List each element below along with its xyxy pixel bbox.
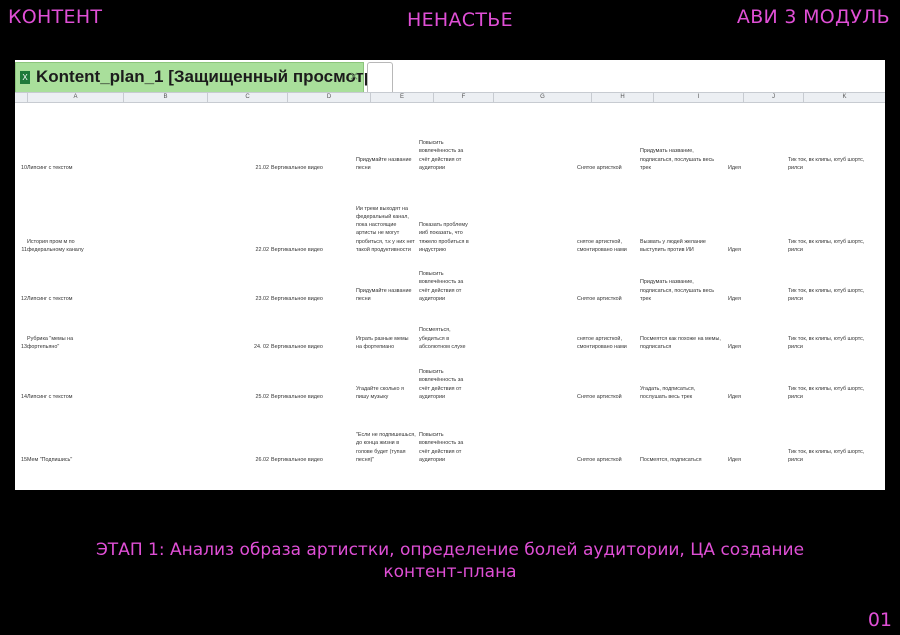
cell-description: Придумайте название песни [356,287,412,302]
cell-date: 26.02 [255,456,270,463]
cell-date: 22.02 [255,246,270,253]
cell-cta: Вызвать у людей желание выступить против… [640,238,706,253]
cell-description: Ии треки выходят на федеральный канал, п… [356,205,415,253]
cell-title: Мем "Подпишись" [27,456,73,463]
spreadsheet-screenshot: X Kontent_plan_1 [Защищенный просмотр] ×… [15,60,885,490]
cell-format: Вертикальное видео [271,393,323,400]
cell-production: Снятое артисткой [577,456,622,463]
header-right-title: АВИ 3 МОДУЛЬ [736,6,890,28]
cell-platforms: Тик ток, вк клипы, ютуб шортс, рилси [788,385,865,400]
column-header-e[interactable]: E [370,93,433,102]
cell-production: Снятое артисткой [577,295,622,302]
cell-goal: Повысить вовлечённость за счёт действия … [419,140,464,171]
cell-format: Вертикальное видео [271,456,323,463]
cell-title: Рубрика "мемы на фортепьяно" [27,335,74,350]
column-header-c[interactable]: C [207,93,287,102]
header-left-title: КОНТЕНТ [8,6,103,28]
cell-status: Идея [728,246,741,253]
page-number: 01 [867,609,892,631]
row-number: 11 [21,246,27,253]
cell-platforms: Тик ток, вк клипы, ютуб шортс, рилси [788,238,865,253]
cell-format: Вертикальное видео [271,343,323,350]
cell-cta: Посмеятся как похоже на мемы, подписатьс… [640,335,721,350]
row-number: 14 [21,393,27,400]
row-number: 12 [21,295,27,302]
stage-caption-line2: контент-плана [383,562,517,582]
cell-description: Играть разные мемы на фортепиано [356,335,409,350]
cell-format: Вертикальное видео [271,246,323,253]
column-header-b[interactable]: B [123,93,207,102]
cell-title: История пром м по федеральному каналу [27,238,84,253]
cell-format: Вертикальное видео [271,164,323,171]
row-number: 10 [21,164,27,171]
cell-status: Идея [728,295,741,302]
excel-icon: X [20,71,30,84]
column-header-h[interactable]: H [591,93,653,102]
cell-goal: Повысить вовлечённость за счёт действия … [419,432,464,463]
cell-title: Липсинг с текстом [27,393,73,400]
cell-cta: Посмеятся, подписаться [640,456,702,463]
cell-status: Идея [728,456,741,463]
cell-status: Идея [728,164,741,171]
column-header-k[interactable]: K [803,93,885,102]
cell-goal: Повысить вовлечённость за счёт действия … [419,369,464,400]
cell-description: Угадайте сколько я пишу музыку [356,385,404,400]
row-number: 13 [21,343,27,350]
cell-production: Снятое артисткой [577,164,622,171]
cell-goal: Показать проблему ииб показать, что тяже… [419,222,469,253]
row-number: 15 [21,456,27,463]
cell-cta: Угадать, подписаться, послушать весь тре… [640,385,696,400]
cell-production: Снятое артисткой [577,393,622,400]
cell-cta: Придумать название, подписаться, послуша… [640,279,715,302]
cell-platforms: Тик ток, вк клипы, ютуб шортс, рилси [788,287,865,302]
cell-goal: Повысить вовлечённость за счёт действия … [419,271,464,302]
cell-status: Идея [728,393,741,400]
cell-platforms: Тик ток, вк клипы, ютуб шортс, рилси [788,156,865,171]
file-tab[interactable]: X Kontent_plan_1 [Защищенный просмотр] × [15,62,380,92]
cell-title: Липсинг с текстом [27,164,73,171]
cell-platforms: Тик ток, вк клипы, ютуб шортс, рилси [788,448,865,463]
column-header-d[interactable]: D [287,93,370,102]
cell-date: 23.02 [255,295,270,302]
cell-date: 24. 02 [254,343,269,350]
column-header-i[interactable]: I [653,93,743,102]
column-header-g[interactable]: G [493,93,591,102]
cell-production: снятое артисткой, смонтировано нами [577,335,627,350]
new-tab-button[interactable] [367,62,393,92]
column-header-j[interactable]: J [743,93,803,102]
column-header-a[interactable]: A [27,93,123,102]
cell-platforms: Тик ток, вк клипы, ютуб шортс, рилси [788,335,865,350]
cell-goal: Посмеяться, убедиться в абсолютном слухе [419,327,466,350]
stage-caption-line1: ЭТАП 1: Анализ образа артистки, определе… [95,540,805,560]
cell-description: Придумайте название песни [356,156,412,171]
cell-date: 25.02 [255,393,270,400]
header-center-title: НЕНАСТЬЕ [407,9,513,31]
cell-production: снятое артисткой, смонтировано нами [577,238,627,253]
column-header-bar: ABCDEFGHIJK [15,92,885,103]
close-icon[interactable]: × [349,69,359,83]
cell-description: "Если не подпишешься, до конца жизни в г… [356,432,416,463]
cell-title: Липсинг с текстом [27,295,73,302]
cell-format: Вертикальное видео [271,295,323,302]
cell-status: Идея [728,343,741,350]
column-header-f[interactable]: F [433,93,493,102]
cell-date: 21.02 [255,164,270,171]
cell-cta: Придумать название, подписаться, послуша… [640,148,715,171]
tab-bar: X Kontent_plan_1 [Защищенный просмотр] × [15,60,885,92]
file-tab-title: Kontent_plan_1 [Защищенный просмотр] [36,67,380,86]
